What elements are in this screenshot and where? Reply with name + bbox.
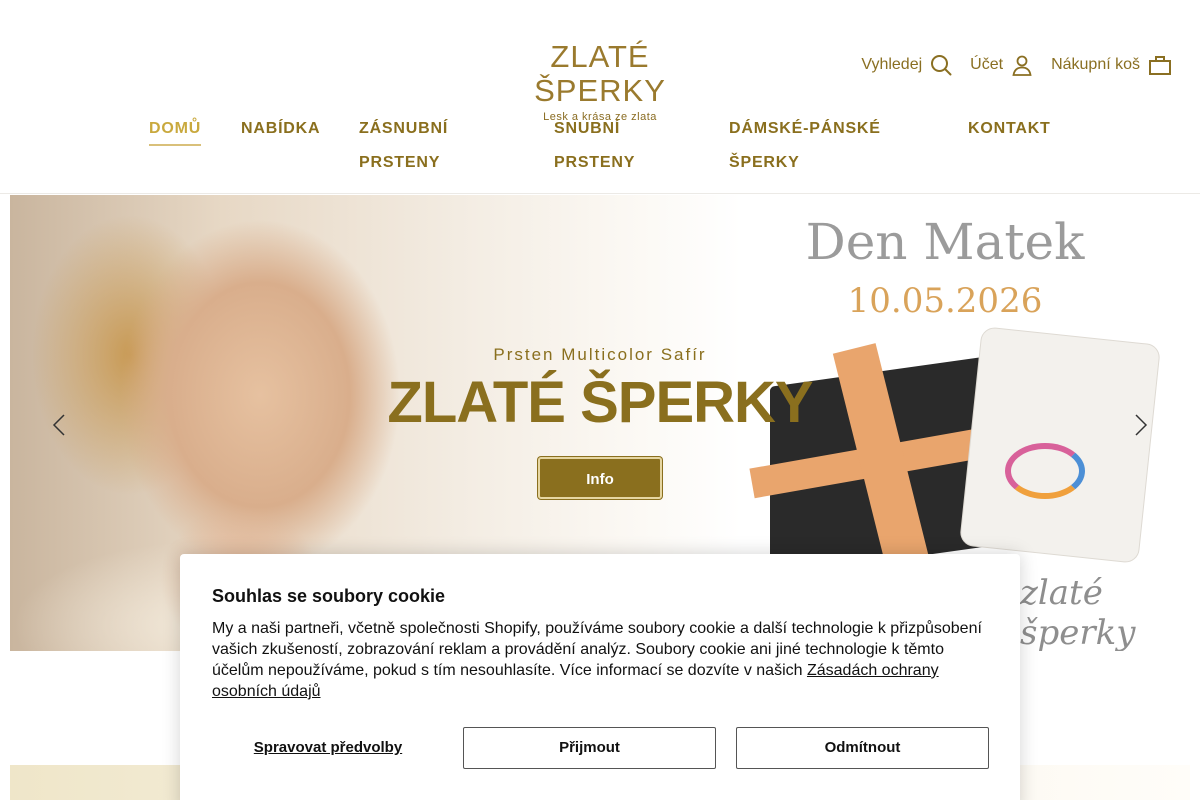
nav-item-label: KONTAKT: [968, 120, 1051, 137]
shopping-bag-icon: [1149, 56, 1171, 75]
hero-image-script: zlaté šperky: [1020, 573, 1136, 651]
reject-button[interactable]: Odmítnout: [736, 727, 989, 769]
nav-item-kontakt[interactable]: KONTAKT: [968, 112, 1051, 146]
cookie-title: Souhlas se soubory cookie: [212, 586, 446, 606]
nav-item-domu[interactable]: DOMŮ: [149, 112, 202, 146]
nav-item-snubni-prsteny[interactable]: SNUBNÍ PRSTENY: [554, 112, 635, 180]
logo-title: ZLATÉ ŠPERKY: [534, 39, 666, 108]
hero-content: Prsten Multicolor Safír ZLATÉ ŠPERKY Inf…: [10, 345, 1190, 499]
cart-label: Nákupní koš: [1051, 56, 1140, 73]
nav-item-nabidka[interactable]: NABÍDKA: [241, 112, 320, 146]
site-logo[interactable]: ZLATÉ ŠPERKY Lesk a krása ze zlata: [500, 39, 700, 124]
account-button[interactable]: Účet: [970, 54, 1033, 76]
nav-item-label: DOMŮ: [149, 120, 202, 137]
hero-title: ZLATÉ ŠPERKY: [387, 370, 813, 435]
slide-next-button[interactable]: [1126, 405, 1156, 445]
nav-item-label-line2: ŠPERKY: [729, 154, 800, 171]
search-button[interactable]: Vyhledej: [861, 54, 952, 76]
manage-preferences-button[interactable]: Spravovat předvolby: [212, 727, 444, 769]
nav-item-label-line2: PRSTENY: [554, 154, 636, 171]
nav-item-zasnubni-prsteny[interactable]: ZÁSNUBNÍ PRSTENY: [359, 112, 448, 180]
nav-item-label-line1: ZÁSNUBNÍ: [359, 120, 449, 137]
cookie-consent-dialog: Souhlas se soubory cookie My a naši part…: [180, 554, 1020, 800]
hero-info-button[interactable]: Info: [538, 457, 662, 499]
nav-item-label: NABÍDKA: [241, 120, 321, 137]
nav-item-damske-panske-sperky[interactable]: DÁMSKÉ-PÁNSKÉ ŠPERKY: [729, 112, 881, 180]
nav-item-label-line1: DÁMSKÉ-PÁNSKÉ: [729, 120, 881, 137]
slide-prev-button[interactable]: [44, 405, 74, 445]
search-icon: [931, 55, 952, 76]
hero-image-heading: Den Matek: [805, 213, 1085, 271]
search-label: Vyhledej: [861, 56, 923, 73]
hero-image-date: 10.05.2026: [847, 281, 1043, 321]
nav-item-label-line1: SNUBNÍ: [554, 120, 621, 137]
account-label: Účet: [970, 56, 1004, 73]
site-header: ZLATÉ ŠPERKY Lesk a krása ze zlata Vyhle…: [0, 0, 1200, 194]
nav-item-label-line2: PRSTENY: [359, 154, 441, 171]
cart-button[interactable]: Nákupní koš: [1051, 54, 1172, 76]
main-navigation: DOMŮ NABÍDKA ZÁSNUBNÍ PRSTENY SNUBNÍ PRS…: [0, 112, 1200, 182]
active-underline: [149, 144, 202, 146]
hero-subtitle: Prsten Multicolor Safír: [493, 345, 707, 364]
chevron-left-icon: [52, 414, 65, 436]
header-utilities: Vyhledej Účet Nákupní koš: [861, 54, 1172, 76]
cookie-text: My a naši partneři, včetně společnosti S…: [212, 618, 988, 702]
chevron-right-icon: [1135, 414, 1148, 436]
cookie-actions: Spravovat předvolby Přijmout Odmítnout: [212, 727, 989, 769]
accept-button[interactable]: Přijmout: [463, 727, 716, 769]
user-icon: [1012, 55, 1032, 76]
